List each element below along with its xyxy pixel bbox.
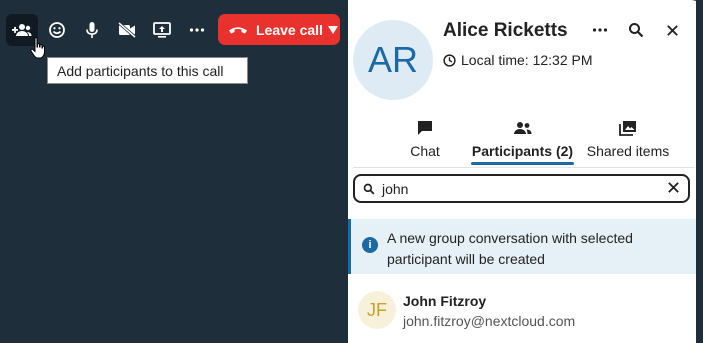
hand-pointer-cursor-icon bbox=[30, 37, 45, 59]
clock-icon bbox=[443, 53, 456, 67]
clear-search-icon[interactable] bbox=[667, 181, 680, 194]
sidebar-tabs: Chat Participants (2) Shared items bbox=[390, 118, 671, 165]
emoji-icon bbox=[49, 22, 65, 38]
screen-share-button[interactable] bbox=[146, 14, 178, 46]
contact-name: Alice Ricketts bbox=[443, 20, 568, 41]
participants-icon bbox=[513, 122, 531, 134]
leave-call-button[interactable]: Leave call bbox=[218, 14, 340, 45]
hang-up-icon bbox=[229, 26, 247, 33]
screen-share-icon bbox=[153, 22, 171, 38]
contact-avatar: AR bbox=[353, 20, 433, 100]
local-time: Local time: 12:32 PM bbox=[443, 52, 593, 68]
chat-icon bbox=[418, 121, 432, 135]
tooltip: Add participants to this call bbox=[47, 57, 248, 84]
sidebar-search-button[interactable] bbox=[624, 20, 648, 40]
more-icon bbox=[592, 28, 608, 32]
more-icon bbox=[189, 28, 205, 32]
call-area: Leave call Add participants to this call bbox=[0, 0, 348, 343]
tab-chat-label: Chat bbox=[410, 143, 440, 159]
shared-items-icon bbox=[619, 121, 636, 136]
tab-chat[interactable]: Chat bbox=[390, 118, 460, 159]
tab-participants[interactable]: Participants (2) bbox=[471, 118, 574, 165]
close-icon bbox=[666, 24, 678, 36]
info-notice: i A new group conversation with selected… bbox=[348, 219, 696, 274]
local-time-text: Local time: 12:32 PM bbox=[461, 52, 593, 68]
video-off-icon bbox=[118, 22, 136, 38]
microphone-button[interactable] bbox=[76, 14, 108, 46]
more-button[interactable] bbox=[181, 14, 213, 46]
tab-shared-items[interactable]: Shared items bbox=[585, 118, 671, 159]
info-notice-text: A new group conversation with selected p… bbox=[387, 230, 633, 267]
microphone-icon bbox=[86, 22, 98, 38]
tab-divider bbox=[353, 167, 694, 168]
participant-search-input[interactable]: john bbox=[353, 174, 690, 203]
tab-participants-label: Participants (2) bbox=[471, 143, 574, 159]
video-toggle-button[interactable] bbox=[111, 14, 143, 46]
info-icon: i bbox=[362, 237, 378, 253]
window-edge bbox=[696, 0, 703, 343]
sidebar-more-button[interactable] bbox=[588, 20, 612, 40]
caret-down-icon[interactable] bbox=[327, 25, 338, 35]
result-name: John Fitzroy bbox=[403, 293, 487, 309]
search-icon bbox=[363, 183, 375, 195]
tab-shared-items-label: Shared items bbox=[586, 143, 670, 159]
close-sidebar-button[interactable] bbox=[660, 20, 684, 40]
search-value: john bbox=[382, 180, 409, 197]
search-result-item[interactable]: JF John Fitzroy john.fitzroy@nextcloud.c… bbox=[348, 285, 696, 337]
right-sidebar: AR Alice Ricketts Local time: 12:32 PM C… bbox=[348, 0, 703, 343]
result-email: john.fitzroy@nextcloud.com bbox=[403, 313, 576, 329]
search-icon bbox=[629, 23, 644, 38]
avatar: JF bbox=[358, 291, 396, 329]
leave-call-label: Leave call bbox=[256, 21, 323, 38]
